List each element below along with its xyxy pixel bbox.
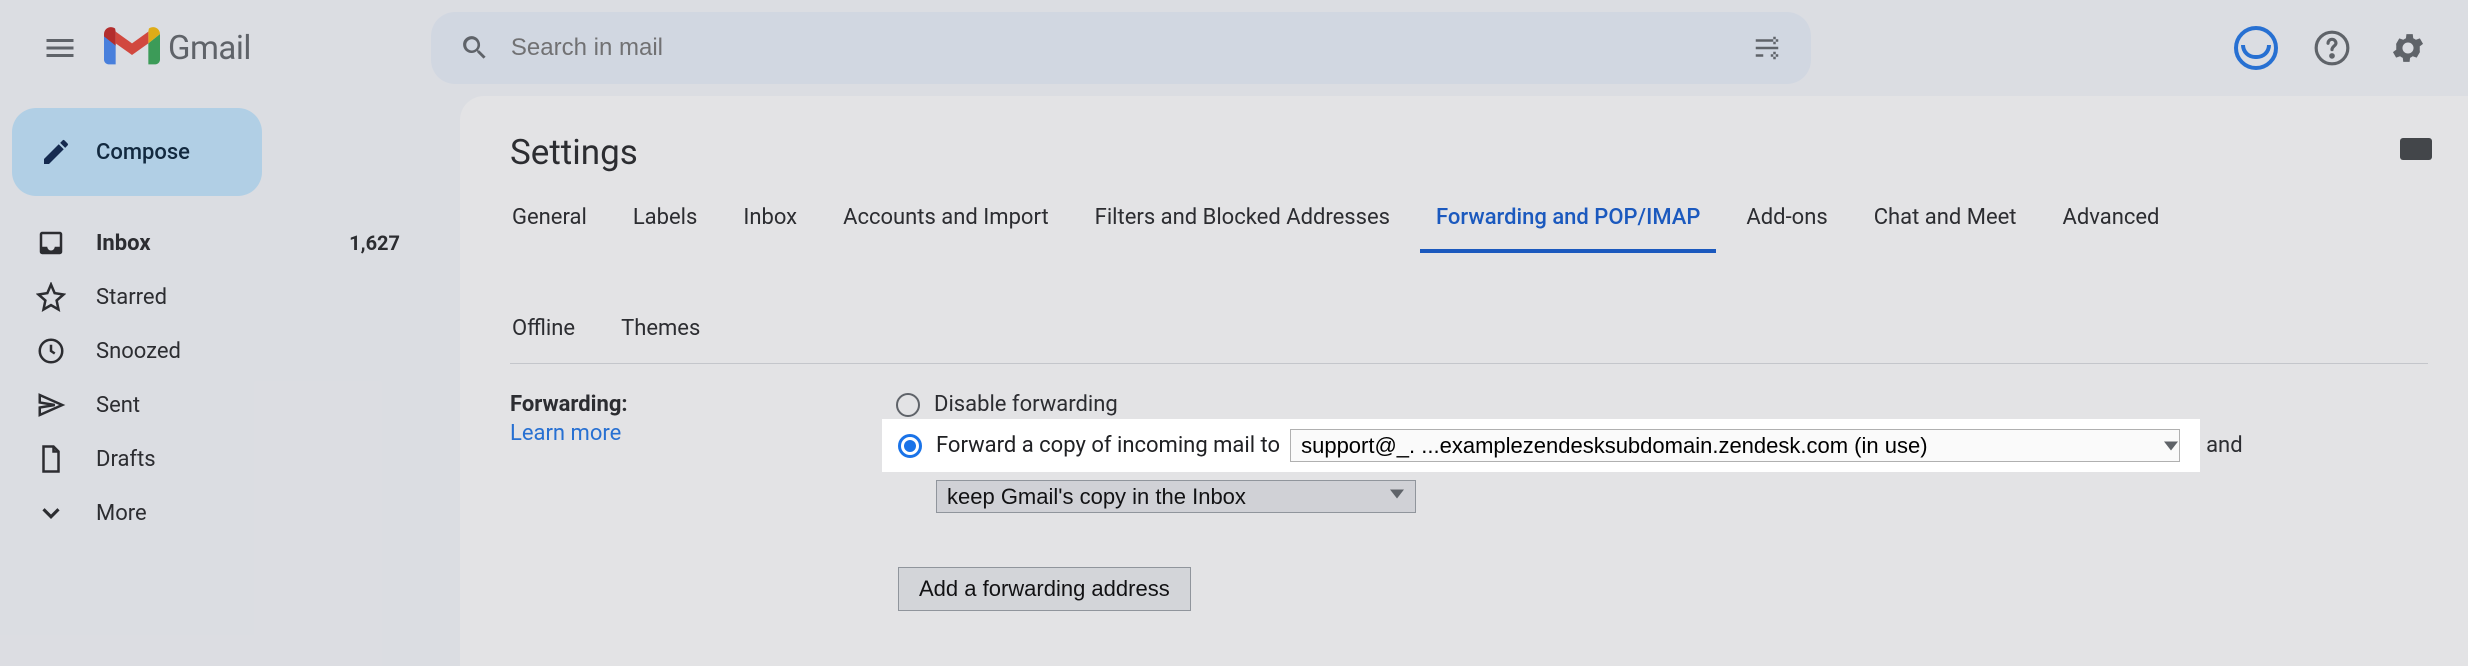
learn-more-link[interactable]: Learn more <box>510 421 896 446</box>
chevron-down-icon <box>36 498 66 528</box>
tab-general[interactable]: General <box>510 191 589 252</box>
tab-advanced[interactable]: Advanced <box>2060 191 2161 252</box>
sidebar-item-inbox[interactable]: Inbox 1,627 <box>0 216 460 270</box>
page-title: Settings <box>510 132 2428 173</box>
tab-themes[interactable]: Themes <box>619 302 702 363</box>
radio-disable-forwarding[interactable] <box>896 393 920 417</box>
sidebar-item-label: Sent <box>96 393 140 418</box>
status-button[interactable] <box>2228 20 2284 76</box>
main-menu-button[interactable] <box>24 12 96 84</box>
inbox-icon <box>36 228 66 258</box>
sidebar-item-label: Inbox <box>96 231 151 256</box>
tab-inbox[interactable]: Inbox <box>741 191 799 252</box>
search-options-button[interactable] <box>1743 24 1791 72</box>
forwarding-section-label: Forwarding: <box>510 392 896 417</box>
tab-chat-meet[interactable]: Chat and Meet <box>1872 191 2019 252</box>
radio-forward-copy[interactable] <box>898 434 922 458</box>
search-icon <box>460 33 490 63</box>
disable-forwarding-label: Disable forwarding <box>934 392 1118 417</box>
search-bar <box>431 12 1811 84</box>
add-forwarding-address-button[interactable]: Add a forwarding address <box>898 567 1191 611</box>
input-tools-icon[interactable] <box>2400 138 2432 160</box>
star-icon <box>36 282 66 312</box>
gmail-logo-icon <box>104 27 160 69</box>
hamburger-icon <box>42 30 78 66</box>
tab-offline[interactable]: Offline <box>510 302 577 363</box>
sidebar-item-label: More <box>96 501 147 526</box>
sidebar-item-label: Starred <box>96 285 167 310</box>
inbox-count: 1,627 <box>349 231 400 255</box>
tab-labels[interactable]: Labels <box>631 191 700 252</box>
search-input[interactable] <box>499 34 1743 62</box>
tab-accounts-import[interactable]: Accounts and Import <box>841 191 1051 252</box>
file-icon <box>36 444 66 474</box>
status-smile-icon <box>2234 26 2278 70</box>
support-button[interactable] <box>2304 20 2360 76</box>
clock-icon <box>36 336 66 366</box>
compose-label: Compose <box>96 140 190 165</box>
sidebar-item-snoozed[interactable]: Snoozed <box>0 324 460 378</box>
gear-icon <box>2389 29 2427 67</box>
settings-tabs: General Labels Inbox Accounts and Import… <box>510 191 2428 364</box>
tab-filters-blocked[interactable]: Filters and Blocked Addresses <box>1093 191 1392 252</box>
pencil-icon <box>40 136 72 168</box>
send-icon <box>36 390 66 420</box>
settings-button[interactable] <box>2380 20 2436 76</box>
tune-icon <box>1752 33 1782 63</box>
sidebar-item-sent[interactable]: Sent <box>0 378 460 432</box>
forward-address-select[interactable]: support@_. ...examplezendesksubdomain.ze… <box>1290 429 2180 462</box>
sidebar-item-label: Snoozed <box>96 339 181 364</box>
gmail-logo-text: Gmail <box>168 29 251 68</box>
search-button[interactable] <box>451 24 499 72</box>
compose-button[interactable]: Compose <box>12 108 262 196</box>
sidebar-item-more[interactable]: More <box>0 486 460 540</box>
gmail-copy-action-select[interactable]: keep Gmail's copy in the Inbox <box>936 480 1416 513</box>
gmail-logo[interactable]: Gmail <box>104 27 251 69</box>
and-text: and <box>2206 433 2243 458</box>
sidebar-item-starred[interactable]: Starred <box>0 270 460 324</box>
sidebar-item-label: Drafts <box>96 447 156 472</box>
content-panel: Settings General Labels Inbox Accounts a… <box>460 96 2468 666</box>
help-icon <box>2313 29 2351 67</box>
sidebar: Compose Inbox 1,627 Starred Snoozed Sent <box>0 96 460 666</box>
sidebar-item-drafts[interactable]: Drafts <box>0 432 460 486</box>
tab-addons[interactable]: Add-ons <box>1744 191 1829 252</box>
forward-copy-label: Forward a copy of incoming mail to <box>936 433 1280 458</box>
tab-forwarding-pop-imap[interactable]: Forwarding and POP/IMAP <box>1434 191 1702 252</box>
